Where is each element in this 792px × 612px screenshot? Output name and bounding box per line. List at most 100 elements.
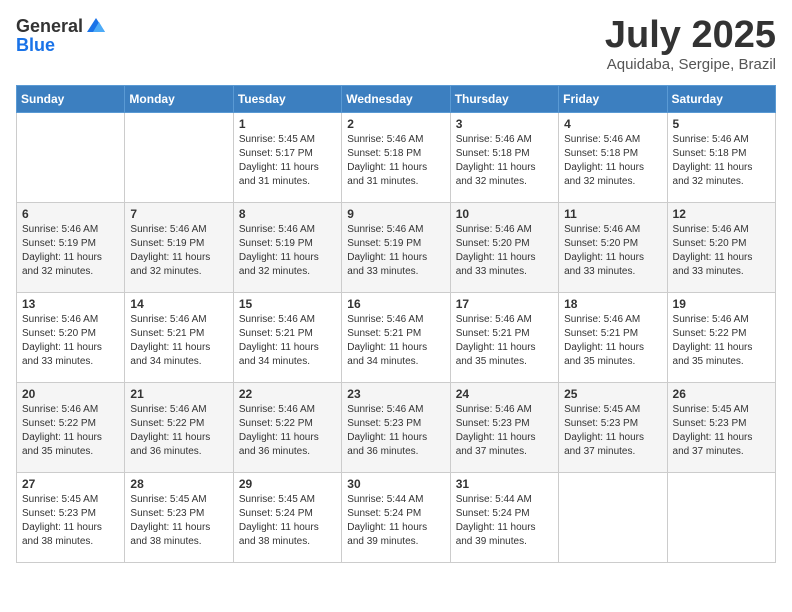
calendar-cell: 27 Sunrise: 5:45 AMSunset: 5:23 PMDayligh… [17,473,125,563]
weekday-header-saturday: Saturday [667,86,775,113]
calendar-cell: 9 Sunrise: 5:46 AMSunset: 5:19 PMDaylight… [342,203,450,293]
day-info: Sunrise: 5:46 AMSunset: 5:18 PMDaylight:… [456,133,553,189]
calendar-cell: 14 Sunrise: 5:46 AMSunset: 5:21 PMDayligh… [125,293,233,383]
weekday-header-thursday: Thursday [450,86,558,113]
day-info: Sunrise: 5:46 AMSunset: 5:21 PMDaylight:… [239,313,336,369]
page-header: General Blue July 2025 Aquidaba, Sergipe… [16,16,776,73]
day-number: 17 [456,297,553,311]
day-info: Sunrise: 5:45 AMSunset: 5:23 PMDaylight:… [673,403,770,459]
calendar-cell [125,113,233,203]
calendar-cell: 11 Sunrise: 5:46 AMSunset: 5:20 PMDayligh… [559,203,667,293]
day-info: Sunrise: 5:46 AMSunset: 5:22 PMDaylight:… [130,403,227,459]
day-info: Sunrise: 5:46 AMSunset: 5:21 PMDaylight:… [564,313,661,369]
day-number: 2 [347,117,444,131]
day-info: Sunrise: 5:46 AMSunset: 5:18 PMDaylight:… [564,133,661,189]
calendar-cell: 2 Sunrise: 5:46 AMSunset: 5:18 PMDaylight… [342,113,450,203]
calendar-table: SundayMondayTuesdayWednesdayThursdayFrid… [16,85,776,563]
day-info: Sunrise: 5:46 AMSunset: 5:20 PMDaylight:… [22,313,119,369]
day-info: Sunrise: 5:46 AMSunset: 5:19 PMDaylight:… [22,223,119,279]
day-info: Sunrise: 5:46 AMSunset: 5:22 PMDaylight:… [22,403,119,459]
day-number: 18 [564,297,661,311]
calendar-cell: 22Sunrise: 5:46 AMSunset: 5:22 PMDayligh… [233,383,341,473]
calendar-cell: 16 Sunrise: 5:46 AMSunset: 5:21 PMDayligh… [342,293,450,383]
calendar-cell [559,473,667,563]
weekday-header-friday: Friday [559,86,667,113]
day-number: 10 [456,207,553,221]
day-info: Sunrise: 5:46 AMSunset: 5:23 PMDaylight:… [456,403,553,459]
day-number: 31 [456,477,553,491]
day-info: Sunrise: 5:45 AMSunset: 5:23 PMDaylight:… [130,493,227,549]
day-number: 23 [347,387,444,401]
calendar-cell: 13 Sunrise: 5:46 AMSunset: 5:20 PMDayligh… [17,293,125,383]
day-info: Sunrise: 5:45 AMSunset: 5:23 PMDaylight:… [564,403,661,459]
calendar-cell: 15Sunrise: 5:46 AMSunset: 5:21 PMDayligh… [233,293,341,383]
day-number: 13 [22,297,119,311]
weekday-header-wednesday: Wednesday [342,86,450,113]
day-number: 9 [347,207,444,221]
calendar-cell: 17 Sunrise: 5:46 AMSunset: 5:21 PMDayligh… [450,293,558,383]
logo-text-blue: Blue [16,35,55,55]
calendar-week-row: 20 Sunrise: 5:46 AMSunset: 5:22 PMDayligh… [17,383,776,473]
calendar-week-row: 27 Sunrise: 5:45 AMSunset: 5:23 PMDayligh… [17,473,776,563]
day-number: 19 [673,297,770,311]
calendar-cell: 6 Sunrise: 5:46 AMSunset: 5:19 PMDaylight… [17,203,125,293]
day-number: 12 [673,207,770,221]
calendar-cell: 29 Sunrise: 5:45 AMSunset: 5:24 PMDayligh… [233,473,341,563]
day-number: 14 [130,297,227,311]
calendar-cell: 25 Sunrise: 5:45 AMSunset: 5:23 PMDayligh… [559,383,667,473]
calendar-cell: 28 Sunrise: 5:45 AMSunset: 5:23 PMDayligh… [125,473,233,563]
day-number: 29 [239,477,336,491]
day-number: 30 [347,477,444,491]
day-number: 1 [239,117,336,131]
day-info: Sunrise: 5:46 AMSunset: 5:22 PMDaylight:… [673,313,770,369]
calendar-cell: 3Sunrise: 5:46 AMSunset: 5:18 PMDaylight… [450,113,558,203]
day-number: 16 [347,297,444,311]
weekday-header-sunday: Sunday [17,86,125,113]
day-info: Sunrise: 5:46 AMSunset: 5:19 PMDaylight:… [239,223,336,279]
day-info: Sunrise: 5:46 AMSunset: 5:19 PMDaylight:… [130,223,227,279]
day-number: 24 [456,387,553,401]
day-number: 5 [673,117,770,131]
calendar-week-row: 13 Sunrise: 5:46 AMSunset: 5:20 PMDayligh… [17,293,776,383]
day-info: Sunrise: 5:46 AMSunset: 5:20 PMDaylight:… [673,223,770,279]
calendar-cell: 8Sunrise: 5:46 AMSunset: 5:19 PMDaylight… [233,203,341,293]
day-info: Sunrise: 5:46 AMSunset: 5:21 PMDaylight:… [130,313,227,369]
day-info: Sunrise: 5:46 AMSunset: 5:19 PMDaylight:… [347,223,444,279]
calendar-cell: 10 Sunrise: 5:46 AMSunset: 5:20 PMDayligh… [450,203,558,293]
calendar-cell: 19 Sunrise: 5:46 AMSunset: 5:22 PMDayligh… [667,293,775,383]
weekday-header-monday: Monday [125,86,233,113]
calendar-cell: 7 Sunrise: 5:46 AMSunset: 5:19 PMDaylight… [125,203,233,293]
day-number: 4 [564,117,661,131]
logo: General Blue [16,16,107,56]
day-info: Sunrise: 5:46 AMSunset: 5:18 PMDaylight:… [347,133,444,189]
day-info: Sunrise: 5:44 AMSunset: 5:24 PMDaylight:… [347,493,444,549]
weekday-header-tuesday: Tuesday [233,86,341,113]
day-number: 25 [564,387,661,401]
day-info: Sunrise: 5:46 AMSunset: 5:21 PMDaylight:… [456,313,553,369]
day-info: Sunrise: 5:46 AMSunset: 5:20 PMDaylight:… [564,223,661,279]
calendar-cell: 21Sunrise: 5:46 AMSunset: 5:22 PMDayligh… [125,383,233,473]
day-info: Sunrise: 5:46 AMSunset: 5:23 PMDaylight:… [347,403,444,459]
day-info: Sunrise: 5:46 AMSunset: 5:20 PMDaylight:… [456,223,553,279]
day-number: 7 [130,207,227,221]
day-number: 6 [22,207,119,221]
calendar-cell [667,473,775,563]
calendar-cell: 20 Sunrise: 5:46 AMSunset: 5:22 PMDayligh… [17,383,125,473]
calendar-week-row: 1 Sunrise: 5:45 AMSunset: 5:17 PMDaylight… [17,113,776,203]
day-info: Sunrise: 5:45 AMSunset: 5:17 PMDaylight:… [239,133,336,189]
calendar-week-row: 6 Sunrise: 5:46 AMSunset: 5:19 PMDaylight… [17,203,776,293]
day-number: 27 [22,477,119,491]
day-number: 11 [564,207,661,221]
day-number: 20 [22,387,119,401]
location-title: Aquidaba, Sergipe, Brazil [605,56,776,73]
day-info: Sunrise: 5:45 AMSunset: 5:23 PMDaylight:… [22,493,119,549]
day-info: Sunrise: 5:46 AMSunset: 5:18 PMDaylight:… [673,133,770,189]
calendar-cell: 12 Sunrise: 5:46 AMSunset: 5:20 PMDayligh… [667,203,775,293]
day-number: 26 [673,387,770,401]
day-number: 28 [130,477,227,491]
weekday-header-row: SundayMondayTuesdayWednesdayThursdayFrid… [17,86,776,113]
logo-text-general: General [16,17,83,35]
day-info: Sunrise: 5:45 AMSunset: 5:24 PMDaylight:… [239,493,336,549]
calendar-cell: 23 Sunrise: 5:46 AMSunset: 5:23 PMDayligh… [342,383,450,473]
day-info: Sunrise: 5:46 AMSunset: 5:21 PMDaylight:… [347,313,444,369]
